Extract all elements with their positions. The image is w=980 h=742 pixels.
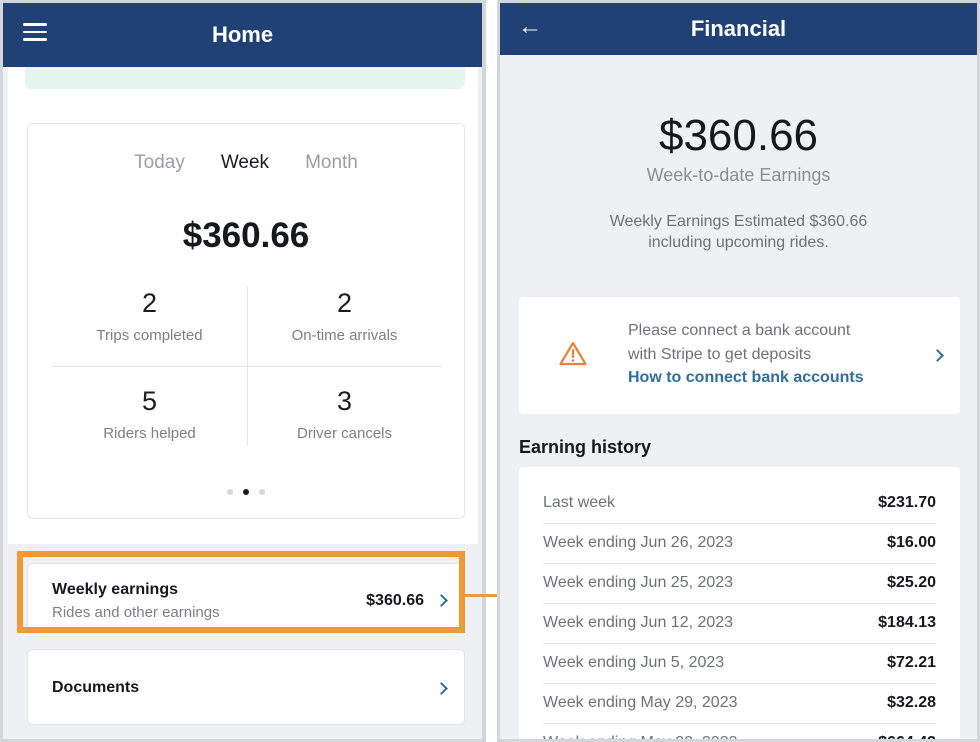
documents-title: Documents	[52, 679, 140, 696]
stat-value: 2	[336, 288, 353, 318]
weekly-earnings-amount: $360.66	[366, 592, 424, 609]
connect-bank-link[interactable]: How to connect bank accounts	[628, 369, 864, 387]
list-item[interactable]: Week ending Jun 25, 2023 $25.20	[543, 564, 936, 604]
status-banner	[25, 67, 465, 89]
history-value: $184.13	[878, 614, 936, 631]
estimate-line-2: including upcoming rides.	[648, 234, 829, 251]
history-value: $32.28	[887, 694, 936, 711]
chevron-right-icon	[435, 682, 448, 695]
week-to-date-label: Week-to-date Earnings	[646, 165, 831, 185]
chevron-right-icon	[435, 594, 448, 607]
stat-label: Trips completed	[96, 327, 203, 344]
home-screen: Home Today Week Month $360.66 2 Trips co…	[0, 0, 486, 742]
estimated-earnings-note: Weekly Earnings Estimated $360.66 includ…	[500, 211, 977, 253]
list-item[interactable]: Week ending Jun 26, 2023 $16.00	[543, 524, 936, 564]
bank-message: Please connect a bank account with Strip…	[628, 319, 850, 367]
list-item[interactable]: Last week $231.70	[543, 484, 936, 524]
stat-driver-cancels: 3 Driver cancels	[247, 384, 442, 464]
history-label: Week ending Jun 12, 2023	[543, 614, 734, 631]
history-label: Week ending Jun 5, 2023	[543, 654, 725, 671]
stat-value: 3	[336, 386, 353, 416]
stat-label: Driver cancels	[296, 425, 393, 442]
bank-message-line-2: with Stripe to get deposits	[628, 346, 812, 363]
pager-dot[interactable]	[259, 489, 265, 495]
stat-on-time-arrivals: 2 On-time arrivals	[247, 286, 442, 366]
history-label: Week ending May 22, 2023	[543, 734, 738, 739]
history-label: Last week	[543, 494, 616, 511]
history-label: Week ending May 29, 2023	[543, 694, 738, 711]
list-item[interactable]: Week ending May 22, 2023 $664.43	[543, 724, 936, 739]
hamburger-icon[interactable]	[23, 23, 47, 41]
page-title: Financial	[690, 16, 787, 41]
list-item[interactable]: Week ending May 29, 2023 $32.28	[543, 684, 936, 724]
chevron-right-icon	[931, 349, 944, 362]
history-value: $664.43	[878, 734, 936, 739]
estimate-line-1: Weekly Earnings Estimated $360.66	[609, 213, 868, 230]
documents-row[interactable]: Documents	[27, 649, 465, 725]
period-earnings-amount: $360.66	[182, 216, 310, 255]
warning-triangle-icon	[559, 341, 587, 366]
earning-history-list: Last week $231.70 Week ending Jun 26, 20…	[519, 467, 960, 739]
connect-bank-card[interactable]: Please connect a bank account with Strip…	[519, 297, 960, 414]
pager-dot-active[interactable]	[243, 489, 249, 495]
history-label: Week ending Jun 26, 2023	[543, 534, 734, 551]
tab-week[interactable]: Week	[221, 152, 269, 174]
history-value: $231.70	[878, 494, 936, 511]
weekly-earnings-subtitle: Rides and other earnings	[52, 604, 220, 621]
stats-horizontal-divider	[52, 366, 442, 367]
list-item[interactable]: Week ending Jun 5, 2023 $72.21	[543, 644, 936, 684]
page-title: Home	[211, 22, 274, 47]
history-value: $16.00	[887, 534, 936, 551]
stat-riders-helped: 5 Riders helped	[52, 384, 247, 464]
carousel-pager	[28, 489, 464, 495]
weekly-earnings-row[interactable]: Weekly earnings Rides and other earnings…	[27, 563, 465, 633]
week-to-date-amount: $360.66	[658, 111, 819, 160]
history-label: Week ending Jun 25, 2023	[543, 574, 734, 591]
home-header: Home	[3, 3, 482, 67]
stats-grid: 2 Trips completed 2 On-time arrivals 5 R…	[52, 286, 442, 446]
earnings-summary-card: Today Week Month $360.66 2 Trips complet…	[27, 123, 465, 519]
stat-value: 2	[141, 288, 158, 318]
back-arrow-icon[interactable]: ←	[518, 15, 542, 39]
stat-label: Riders helped	[103, 425, 196, 442]
stat-trips-completed: 2 Trips completed	[52, 286, 247, 366]
bank-message-line-1: Please connect a bank account	[628, 322, 851, 339]
list-item[interactable]: Week ending Jun 12, 2023 $184.13	[543, 604, 936, 644]
financial-header: ← Financial	[500, 3, 977, 55]
tab-month[interactable]: Month	[305, 152, 358, 174]
period-tabs: Today Week Month	[28, 152, 464, 174]
pager-dot[interactable]	[227, 489, 233, 495]
financial-screen: ← Financial $360.66 Week-to-date Earning…	[497, 0, 980, 742]
stat-value: 5	[141, 386, 158, 416]
earning-history-title: Earning history	[519, 437, 652, 457]
weekly-earnings-title: Weekly earnings	[52, 581, 178, 598]
history-value: $25.20	[887, 574, 936, 591]
stat-label: On-time arrivals	[291, 327, 398, 344]
history-value: $72.21	[887, 654, 936, 671]
tab-today[interactable]: Today	[134, 152, 185, 174]
